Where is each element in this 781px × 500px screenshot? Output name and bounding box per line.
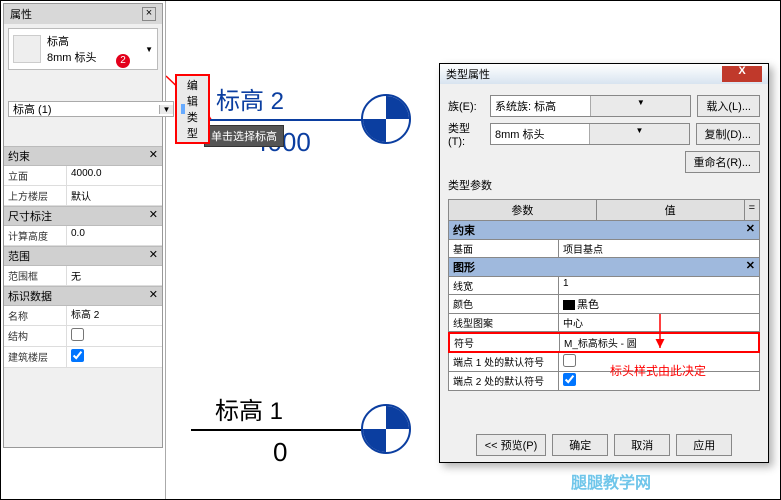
prop-row: 名称 — [4, 306, 162, 326]
type-line1: 标高 — [47, 33, 97, 49]
section-id[interactable]: 标识数据✕ — [4, 286, 162, 306]
level2-head[interactable] — [361, 94, 411, 144]
section-dim[interactable]: 尺寸标注✕ — [4, 206, 162, 226]
level1-line[interactable] — [191, 429, 386, 431]
bldg-story-checkbox[interactable] — [71, 349, 84, 362]
prop-row: 范围框无 — [4, 266, 162, 286]
apply-button[interactable]: 应用 — [676, 434, 732, 456]
grid-row: 端点 2 处的默认符号 — [448, 372, 760, 391]
preview-button[interactable]: << 预览(P) — [476, 434, 547, 456]
prop-row: 建筑楼层 — [4, 347, 162, 368]
prop-row: 上方楼层默认 — [4, 186, 162, 206]
close-icon[interactable]: × — [142, 7, 156, 21]
grid-row: 线型图案中心 — [448, 314, 760, 332]
type-label: 类型(T): — [448, 120, 484, 148]
color-swatch — [563, 300, 575, 310]
properties-titlebar[interactable]: 属性 × — [4, 4, 162, 24]
chevron-down-icon[interactable]: ▼ — [159, 105, 173, 114]
endpoint2-checkbox[interactable] — [563, 373, 576, 386]
edit-type-icon — [181, 104, 185, 114]
type-selector[interactable]: 标高 8mm 标头 ▼ — [8, 28, 158, 70]
load-button[interactable]: 载入(L)... — [697, 95, 760, 117]
annotation-note: 标头样式由此决定 — [610, 362, 706, 379]
grid-section-constraint[interactable]: 约束✕ — [448, 221, 760, 240]
grid-row: 端点 1 处的默认符号 — [448, 353, 760, 372]
name-input[interactable] — [71, 308, 158, 319]
dialog-footer: << 预览(P) 确定 取消 应用 — [440, 434, 768, 456]
type-line2: 8mm 标头 — [47, 49, 97, 65]
grid-row: 基面项目基点 — [448, 240, 760, 258]
prop-row: 结构 — [4, 326, 162, 347]
edit-type-button[interactable]: 编辑类型 — [175, 74, 210, 144]
duplicate-button[interactable]: 复制(D)... — [696, 123, 760, 145]
type-properties-dialog: 类型属性 X 族(E): 系统族: 标高▼ 载入(L)... 类型(T): 8m… — [439, 63, 769, 463]
section-constraint[interactable]: 约束✕ — [4, 146, 162, 166]
close-icon[interactable]: X — [722, 66, 762, 82]
level2-name[interactable]: 标高 2 — [216, 81, 284, 116]
section-extent[interactable]: 范围✕ — [4, 246, 162, 266]
elevation-input[interactable] — [71, 168, 158, 179]
prop-row: 立面 — [4, 166, 162, 186]
family-combo[interactable]: 系统族: 标高▼ — [490, 95, 691, 117]
cancel-button[interactable]: 取消 — [614, 434, 670, 456]
grid-row-symbol[interactable]: 符号M_标高标头 - 圆 — [448, 332, 760, 353]
family-label: 族(E): — [448, 98, 484, 114]
level1-name[interactable]: 标高 1 — [215, 391, 283, 426]
hover-tooltip: 单击选择标高 — [204, 125, 284, 147]
grid-row: 线宽1 — [448, 277, 760, 295]
annotation-arrow-1 — [166, 1, 466, 201]
grid-row: 颜色黑色 — [448, 295, 760, 314]
badge-2: 2 — [116, 54, 130, 68]
type-combo[interactable]: 8mm 标头▼ — [490, 123, 690, 145]
structural-checkbox[interactable] — [71, 328, 84, 341]
instance-filter[interactable] — [9, 102, 159, 116]
watermark-text: 腿腿教学网 — [571, 469, 651, 493]
level1-elev: 0 — [273, 437, 287, 468]
level2-line[interactable] — [191, 119, 386, 121]
type-params-label: 类型参数 — [448, 177, 760, 193]
dialog-title: 类型属性 — [446, 66, 490, 82]
prop-row: 计算高度0.0 — [4, 226, 162, 246]
grid-section-graphics[interactable]: 图形✕ — [448, 258, 760, 277]
endpoint1-checkbox[interactable] — [563, 354, 576, 367]
chevron-down-icon[interactable]: ▼ — [145, 45, 153, 54]
dialog-titlebar[interactable]: 类型属性 X — [440, 64, 768, 84]
rename-button[interactable]: 重命名(R)... — [685, 151, 760, 173]
level1-head[interactable] — [361, 404, 411, 454]
properties-panel: 属性 × 标高 8mm 标头 ▼ ▼ 编辑类型 2 约束✕ 立面 上方楼层默认 … — [3, 3, 163, 448]
type-thumb-icon — [13, 35, 41, 63]
grid-header: 参数值= — [448, 199, 760, 221]
ok-button[interactable]: 确定 — [552, 434, 608, 456]
properties-title: 属性 — [10, 6, 32, 22]
